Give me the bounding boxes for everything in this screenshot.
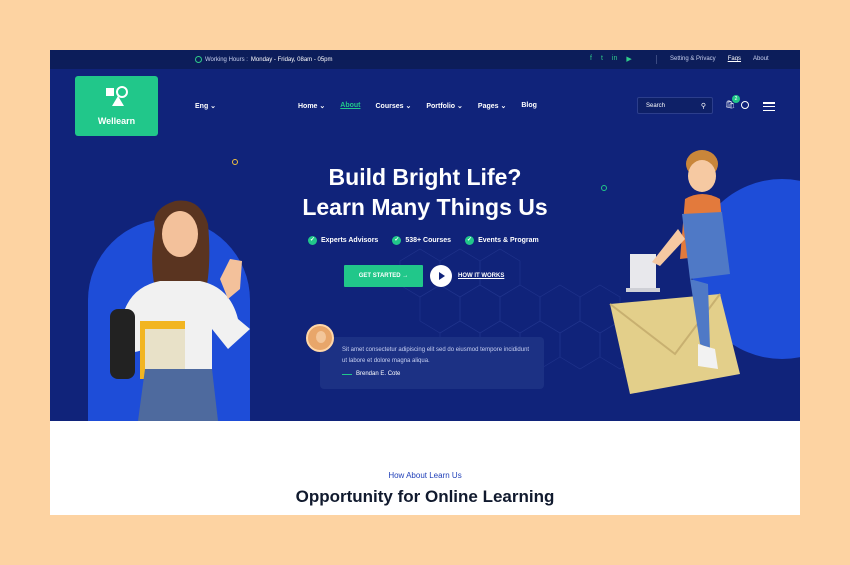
testimonial-author: Brendan E. Cote xyxy=(342,371,400,377)
logo[interactable]: Wellearn xyxy=(75,76,158,136)
twitter-icon[interactable]: t xyxy=(601,55,603,63)
student-girl-image xyxy=(110,200,250,421)
about-top-link[interactable]: About xyxy=(753,56,769,62)
feature-label: Experts Advisors xyxy=(321,237,379,244)
check-icon: ✓ xyxy=(465,236,475,245)
author-dash xyxy=(342,373,352,375)
working-hours: Working Hours : Monday - Friday, 08am - … xyxy=(195,56,333,63)
working-hours-label: Working Hours : xyxy=(205,56,248,63)
language-selector[interactable]: Eng ⌄ xyxy=(195,102,216,110)
nav-item-home[interactable]: Home ⌄ xyxy=(298,102,325,110)
nav-item-pages[interactable]: Pages ⌄ xyxy=(478,102,506,110)
search-input[interactable]: Search ⚲ xyxy=(637,97,713,114)
linkedin-icon[interactable]: in xyxy=(612,55,617,63)
section-subtitle: How About Learn Us xyxy=(388,471,462,480)
get-started-label: GET STARTED xyxy=(358,273,401,279)
clock-icon xyxy=(195,56,202,63)
student-boy-image xyxy=(609,150,740,394)
feature-label: 538+ Courses xyxy=(405,237,452,244)
top-links: Setting & Privacy Faqs About xyxy=(670,56,769,62)
feature-list: ✓ Experts Advisors ✓ 538+ Courses ✓ Even… xyxy=(308,236,539,245)
section-title: Opportunity for Online Learning xyxy=(295,487,555,506)
get-started-button[interactable]: GET STARTED → xyxy=(344,265,423,287)
faqs-link[interactable]: Faqs xyxy=(728,56,741,62)
search-icon[interactable]: ⚲ xyxy=(701,102,706,110)
social-links: f t in ▶ xyxy=(590,55,632,63)
decorative-circle xyxy=(232,159,238,165)
website-frame: Working Hours : Monday - Friday, 08am - … xyxy=(50,50,800,515)
nav-item-portfolio[interactable]: Portfolio ⌄ xyxy=(426,102,463,110)
hero-section: Wellearn Eng ⌄ Home ⌄ About Courses ⌄ Po… xyxy=(50,69,800,421)
language-label: Eng xyxy=(195,103,209,110)
about-section: How About Learn Us Opportunity for Onlin… xyxy=(50,421,800,515)
feature-item: ✓ 538+ Courses xyxy=(392,236,451,245)
settings-privacy-link[interactable]: Setting & Privacy xyxy=(670,56,716,62)
how-it-works-link[interactable]: HOW IT WORKS xyxy=(458,273,504,279)
feature-label: Events & Program xyxy=(478,237,539,244)
divider xyxy=(656,55,657,64)
check-icon: ✓ xyxy=(308,236,317,245)
brand-name: Wellearn xyxy=(97,116,136,126)
nav-item-courses[interactable]: Courses ⌄ xyxy=(375,102,411,110)
testimonial-text: Sit amet consectetur adipiscing elit sed… xyxy=(342,347,530,364)
user-icon[interactable] xyxy=(741,101,749,109)
hamburger-menu-icon[interactable] xyxy=(763,102,775,111)
top-bar: Working Hours : Monday - Friday, 08am - … xyxy=(50,50,800,69)
hero-title: Build Bright Life? Learn Many Things Us xyxy=(265,162,585,222)
youtube-icon[interactable]: ▶ xyxy=(626,55,631,63)
feature-item: ✓ Experts Advisors xyxy=(308,236,378,245)
facebook-icon[interactable]: f xyxy=(590,55,592,63)
hero-title-line2: Learn Many Things Us xyxy=(302,194,548,220)
working-hours-value: Monday - Friday, 08am - 05pm xyxy=(250,56,333,63)
check-icon: ✓ xyxy=(392,236,402,245)
cart-count-badge: 2 xyxy=(732,95,740,103)
author-name: Brendan E. Cote xyxy=(356,371,401,377)
avatar xyxy=(306,324,334,352)
nav-item-blog[interactable]: Blog xyxy=(521,102,537,110)
play-icon[interactable] xyxy=(430,265,452,287)
arrow-right-icon: → xyxy=(402,273,409,279)
feature-item: ✓ Events & Program xyxy=(465,236,539,245)
nav-item-about[interactable]: About xyxy=(340,102,360,110)
search-placeholder: Search xyxy=(646,103,666,109)
logo-icon xyxy=(106,86,128,106)
main-nav: Home ⌄ About Courses ⌄ Portfolio ⌄ Pages… xyxy=(298,102,537,110)
hero-title-line1: Build Bright Life? xyxy=(328,164,522,190)
